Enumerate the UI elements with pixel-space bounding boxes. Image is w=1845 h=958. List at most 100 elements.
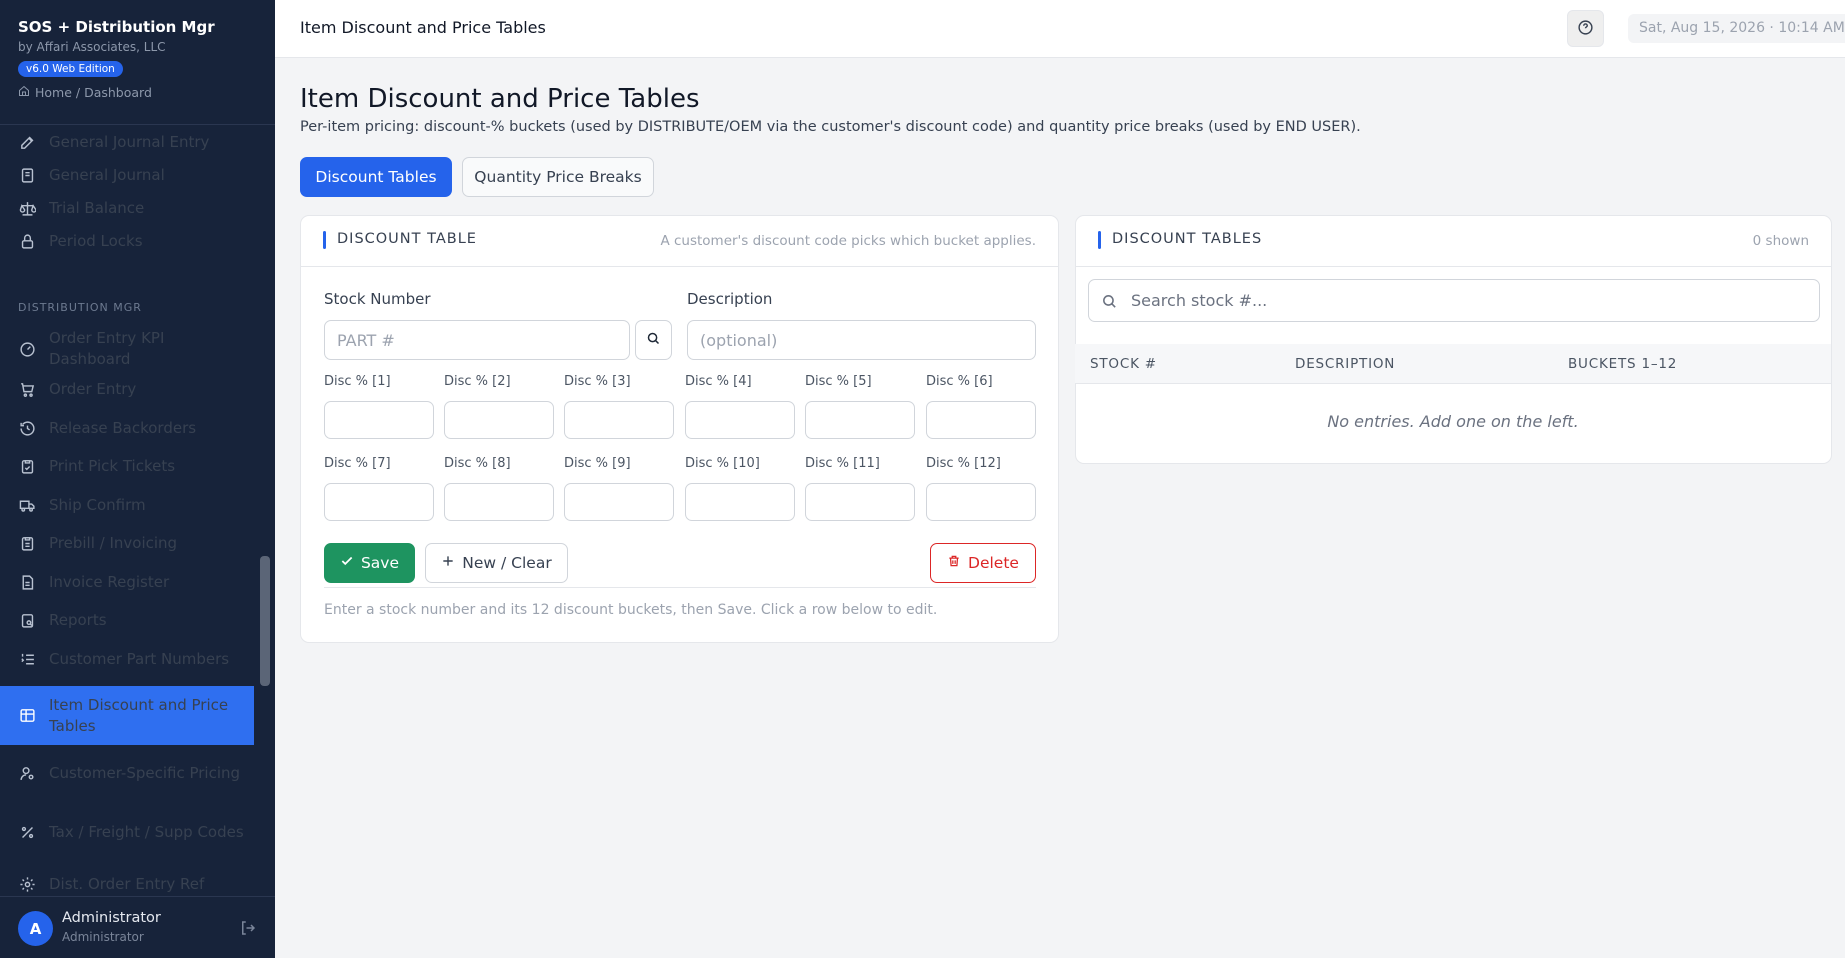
user-bar: A Administrator Administrator — [0, 896, 275, 958]
disc-7-input[interactable] — [324, 483, 434, 521]
sidebar-item-label: Order Entry KPI Dashboard — [49, 329, 165, 368]
user-role: Administrator — [62, 930, 144, 944]
disc-8-input[interactable] — [444, 483, 554, 521]
form-card-header: DISCOUNT TABLE A customer's discount cod… — [301, 216, 1058, 267]
sidebar-item-trial-balance[interactable]: Trial Balance — [0, 192, 254, 224]
disc-1-input[interactable] — [324, 401, 434, 439]
check-icon — [340, 554, 354, 572]
sidebar-item-prebill-invoicing[interactable]: Prebill / Invoicing — [0, 527, 254, 559]
sidebar-item-label: Invoice Register — [49, 572, 170, 591]
datetime-display: Sat, Aug 15, 2026 · 10:14 AM — [1628, 14, 1845, 43]
stock-number-input[interactable] — [324, 320, 630, 360]
sidebar-item-label: General Journal — [49, 165, 165, 184]
list-ordered-icon — [19, 651, 36, 668]
sidebar-item-general-journal-entry[interactable]: General Journal Entry — [0, 126, 254, 158]
avatar[interactable]: A — [18, 911, 53, 946]
logout-icon[interactable] — [239, 919, 257, 937]
disc-2-input[interactable] — [444, 401, 554, 439]
sidebar: SOS + Distribution Mgr by Affari Associa… — [0, 0, 275, 958]
list-search[interactable] — [1088, 279, 1820, 322]
tab-quantity-price-breaks[interactable]: Quantity Price Breaks — [462, 157, 654, 197]
sidebar-nav: General Journal Entry General Journal Tr… — [0, 126, 254, 896]
table-icon — [19, 707, 36, 724]
sidebar-item-order-entry-kpi[interactable]: Order Entry KPI Dashboard — [0, 326, 254, 372]
sidebar-item-customer-part-numbers[interactable]: Customer Part Numbers — [0, 643, 254, 675]
sidebar-item-release-backorders[interactable]: Release Backorders — [0, 412, 254, 444]
form-divider — [324, 587, 1036, 588]
sidebar-item-invoice-register[interactable]: Invoice Register — [0, 566, 254, 598]
help-button[interactable] — [1567, 10, 1604, 47]
disc-12-label: Disc % [12] — [926, 456, 1001, 471]
sidebar-item-general-journal[interactable]: General Journal — [0, 159, 254, 191]
disc-4-label: Disc % [4] — [685, 374, 752, 389]
tab-discount-tables[interactable]: Discount Tables — [300, 157, 452, 197]
delete-label: Delete — [968, 554, 1019, 572]
section-label-distribution: DISTRIBUTION MGR — [18, 301, 142, 314]
list-count: 0 shown — [1752, 233, 1809, 249]
save-label: Save — [360, 554, 400, 572]
sidebar-item-item-discount-price-tables[interactable]: Item Discount and Price Tables — [0, 686, 254, 745]
history-icon — [19, 420, 36, 437]
disc-4-input[interactable] — [685, 401, 795, 439]
disc-3-input[interactable] — [564, 401, 674, 439]
sidebar-scrollbar-track[interactable] — [258, 126, 270, 896]
form-card-title: DISCOUNT TABLE — [337, 231, 477, 247]
col-description[interactable]: DESCRIPTION — [1295, 356, 1395, 372]
breadcrumb-text: Home / Dashboard — [35, 85, 152, 100]
sidebar-item-label: Tax / Freight / Supp Codes — [49, 822, 244, 841]
sidebar-item-label: Trial Balance — [49, 198, 145, 217]
sidebar-item-order-entry[interactable]: Order Entry — [0, 373, 254, 405]
brand-block: SOS + Distribution Mgr by Affari Associa… — [0, 0, 275, 125]
sidebar-item-label: Prebill / Invoicing — [49, 533, 178, 552]
disc-3-label: Disc % [3] — [564, 374, 631, 389]
percent-icon — [19, 824, 36, 841]
sidebar-item-label: Reports — [49, 610, 107, 629]
description-label: Description — [687, 290, 773, 308]
truck-icon — [19, 497, 36, 514]
plus-icon — [441, 554, 455, 572]
sidebar-item-reports[interactable]: Reports — [0, 604, 254, 636]
delete-button[interactable]: Delete — [930, 543, 1036, 583]
col-buckets[interactable]: BUCKETS 1–12 — [1568, 356, 1677, 372]
help-icon — [1577, 19, 1594, 39]
disc-9-input[interactable] — [564, 483, 674, 521]
disc-1-label: Disc % [1] — [324, 374, 391, 389]
sidebar-item-label: Release Backorders — [49, 418, 197, 437]
sidebar-item-tax-freight-supp-codes[interactable]: Tax / Freight / Supp Codes — [0, 809, 254, 855]
disc-8-label: Disc % [8] — [444, 456, 511, 471]
disc-9-label: Disc % [9] — [564, 456, 631, 471]
sidebar-item-customer-specific-pricing[interactable]: Customer-Specific Pricing — [0, 750, 254, 796]
list-card-header: DISCOUNT TABLES 0 shown — [1076, 216, 1831, 267]
col-stock[interactable]: STOCK # — [1090, 356, 1157, 372]
disc-11-input[interactable] — [805, 483, 915, 521]
form-footnote: Enter a stock number and its 12 discount… — [324, 602, 938, 618]
user-name: Administrator — [62, 910, 161, 926]
cart-icon — [19, 381, 36, 398]
app-vendor: by Affari Associates, LLC — [18, 40, 166, 54]
sidebar-item-period-locks[interactable]: Period Locks — [0, 225, 254, 257]
new-clear-button[interactable]: New / Clear — [425, 543, 568, 583]
disc-5-label: Disc % [5] — [805, 374, 872, 389]
list-search-input[interactable] — [1131, 280, 1811, 321]
book-icon — [19, 167, 36, 184]
sidebar-item-label: Customer Part Numbers — [49, 649, 230, 668]
disc-5-input[interactable] — [805, 401, 915, 439]
disc-10-input[interactable] — [685, 483, 795, 521]
sidebar-item-dist-order-entry-ref[interactable]: Dist. Order Entry Ref — [0, 868, 254, 896]
report-icon — [19, 612, 36, 629]
clipboard-check-icon — [19, 458, 36, 475]
sidebar-item-label: Print Pick Tickets — [49, 456, 176, 475]
trash-icon — [947, 554, 961, 572]
description-input[interactable] — [687, 320, 1036, 360]
form-card-hint: A customer's discount code picks which b… — [660, 233, 1036, 249]
sidebar-scrollbar-thumb[interactable] — [260, 556, 270, 686]
sidebar-item-label: Order Entry — [49, 379, 137, 398]
save-button[interactable]: Save — [324, 543, 415, 583]
sidebar-item-label: General Journal Entry — [49, 132, 210, 151]
disc-6-input[interactable] — [926, 401, 1036, 439]
stock-lookup-button[interactable] — [635, 320, 672, 360]
sidebar-item-ship-confirm[interactable]: Ship Confirm — [0, 489, 254, 521]
disc-12-input[interactable] — [926, 483, 1036, 521]
sidebar-item-print-pick-tickets[interactable]: Print Pick Tickets — [0, 450, 254, 482]
breadcrumb[interactable]: Home / Dashboard — [18, 85, 275, 100]
